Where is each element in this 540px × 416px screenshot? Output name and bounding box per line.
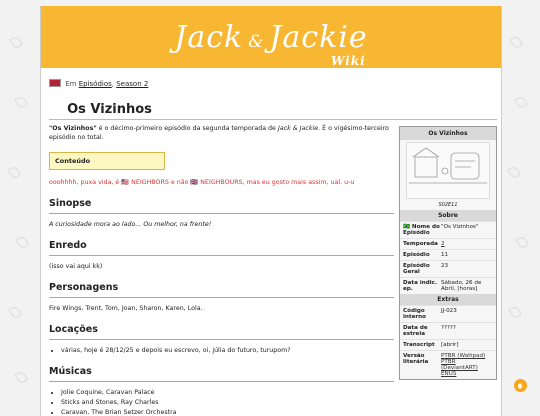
- heading-locacoes: Locações: [49, 323, 394, 340]
- infobox-key: Data indic. ep.: [403, 280, 438, 292]
- infobox-row: Transcript [abrir]: [400, 339, 496, 350]
- infobox-key: Versão literária: [403, 353, 429, 365]
- literary-link-deviantart[interactable]: PTBR (DeviantART): [441, 359, 478, 371]
- personagens-text: Fire Wings, Trent, Tom, Joan, Sharon, Ka…: [49, 304, 203, 312]
- infobox-key: Transcript: [403, 342, 435, 348]
- infobox-key: Data de estreia: [403, 325, 428, 337]
- site-logo[interactable]: Jack & Jackie Wiki: [174, 19, 368, 68]
- infobox-value: "Os Vizinhos": [441, 224, 479, 230]
- site-banner: Jack & Jackie Wiki: [41, 6, 501, 68]
- episode-infobox: Os Vizinhos S02E11 Sobre 🇧🇷 Nome do Epis…: [399, 126, 497, 380]
- list-item: Sticks and Stones, Ray Charles: [61, 398, 394, 407]
- musicas-list: Jolie Coquine, Caravan Palace Sticks and…: [49, 388, 394, 416]
- season-link[interactable]: 2: [441, 241, 445, 247]
- infobox-row: Temporada 2: [400, 238, 496, 249]
- infobox-value: ?????: [441, 325, 456, 331]
- locacoes-list: várias, hoje é 28/12/25 e depois eu escr…: [49, 346, 394, 355]
- breadcrumb-link-episodios[interactable]: Episódios: [79, 80, 112, 88]
- intro-italic: Jack & Jackie: [277, 125, 319, 132]
- infobox-value: Sábado, 26 de Abril, [horas]: [441, 280, 482, 292]
- infobox-title: Os Vizinhos: [400, 127, 496, 140]
- red-note: ooohhhh, puxa vida, é 🇺🇸 NEIGHBORS e não…: [49, 179, 355, 187]
- breadcrumb-prefix: Em: [65, 80, 77, 88]
- list-item: Jolie Coquine, Caravan Palace: [61, 388, 394, 397]
- infobox-value: 11: [441, 252, 449, 258]
- infobox-key: Episódio: [403, 252, 430, 258]
- enredo-text: (isso vai aqui kk): [49, 263, 103, 271]
- list-item: várias, hoje é 28/12/25 e depois eu escr…: [61, 346, 394, 355]
- infobox-row: Data indic. ep. Sábado, 26 de Abril, [ho…: [400, 277, 496, 294]
- page-title: Os Vizinhos: [67, 102, 152, 117]
- intro-text-1: é o décimo-primeiro episódio da segunda …: [96, 125, 278, 132]
- sinopse-text: A curiosidade mora ao lado... Ou melhor,…: [49, 221, 212, 229]
- logo-wiki: Wiki: [330, 53, 366, 68]
- infobox-value: JJ-023: [441, 308, 457, 314]
- infobox-row: Data de estreia ?????: [400, 322, 496, 339]
- infobox-section-sobre: Sobre: [400, 210, 496, 221]
- list-item: Caravan, The Brian Setzer Orchestra: [61, 408, 394, 416]
- episode-thumbnail[interactable]: [406, 142, 490, 199]
- breadcrumb: Em Episódios, Season 2: [49, 79, 148, 88]
- logo-jack: Jack: [174, 19, 244, 55]
- infobox-row: Versão literária PTBR (Wattpad) PTBR (De…: [400, 350, 496, 379]
- page-container: Jack & Jackie Wiki Em Episódios, Season 2 …: [40, 6, 502, 416]
- heading-musicas: Músicas: [49, 365, 394, 382]
- literary-link-enus[interactable]: ENUS: [441, 371, 456, 377]
- infobox-caption: S02E11: [438, 202, 458, 208]
- heading-enredo: Enredo: [49, 239, 394, 257]
- infobox-value: 23: [441, 263, 449, 269]
- infobox-row: 🇧🇷 Nome do Episódio "Os Vizinhos": [400, 221, 496, 238]
- heading-personagens: Personagens: [49, 281, 394, 298]
- us-flag-icon: [49, 79, 61, 87]
- article-body: "Os Vizinhos" é o décimo-primeiro episód…: [49, 124, 394, 416]
- page-title-bar: Os Vizinhos: [49, 98, 497, 120]
- table-of-contents[interactable]: Conteúdo: [49, 152, 165, 171]
- infobox-row: Episódio 11: [400, 249, 496, 260]
- infobox-key: Código interno: [403, 308, 426, 320]
- infobox-row: Episódio Geral 23: [400, 260, 496, 277]
- intro-bold: "Os Vizinhos": [49, 125, 97, 132]
- transcript-link[interactable]: [abrir]: [441, 342, 493, 348]
- sketch-image-icon: [409, 147, 487, 184]
- infobox-section-extras: Extras: [400, 294, 496, 305]
- infobox-row: Código interno JJ-023: [400, 305, 496, 322]
- infobox-key: Temporada: [403, 241, 438, 247]
- logo-jackie: Jackie: [269, 19, 368, 55]
- breadcrumb-link-season-2[interactable]: Season 2: [116, 80, 148, 88]
- theme-toggle-button[interactable]: [514, 379, 527, 392]
- moon-icon: [517, 382, 524, 389]
- heading-sinopse: Sinopse: [49, 197, 394, 215]
- logo-amp: &: [248, 31, 265, 52]
- infobox-key: 🇧🇷 Nome do Episódio: [403, 224, 440, 236]
- infobox-key: Episódio Geral: [403, 263, 430, 275]
- intro-paragraph: "Os Vizinhos" é o décimo-primeiro episód…: [49, 124, 394, 142]
- title-spacer: [49, 107, 62, 113]
